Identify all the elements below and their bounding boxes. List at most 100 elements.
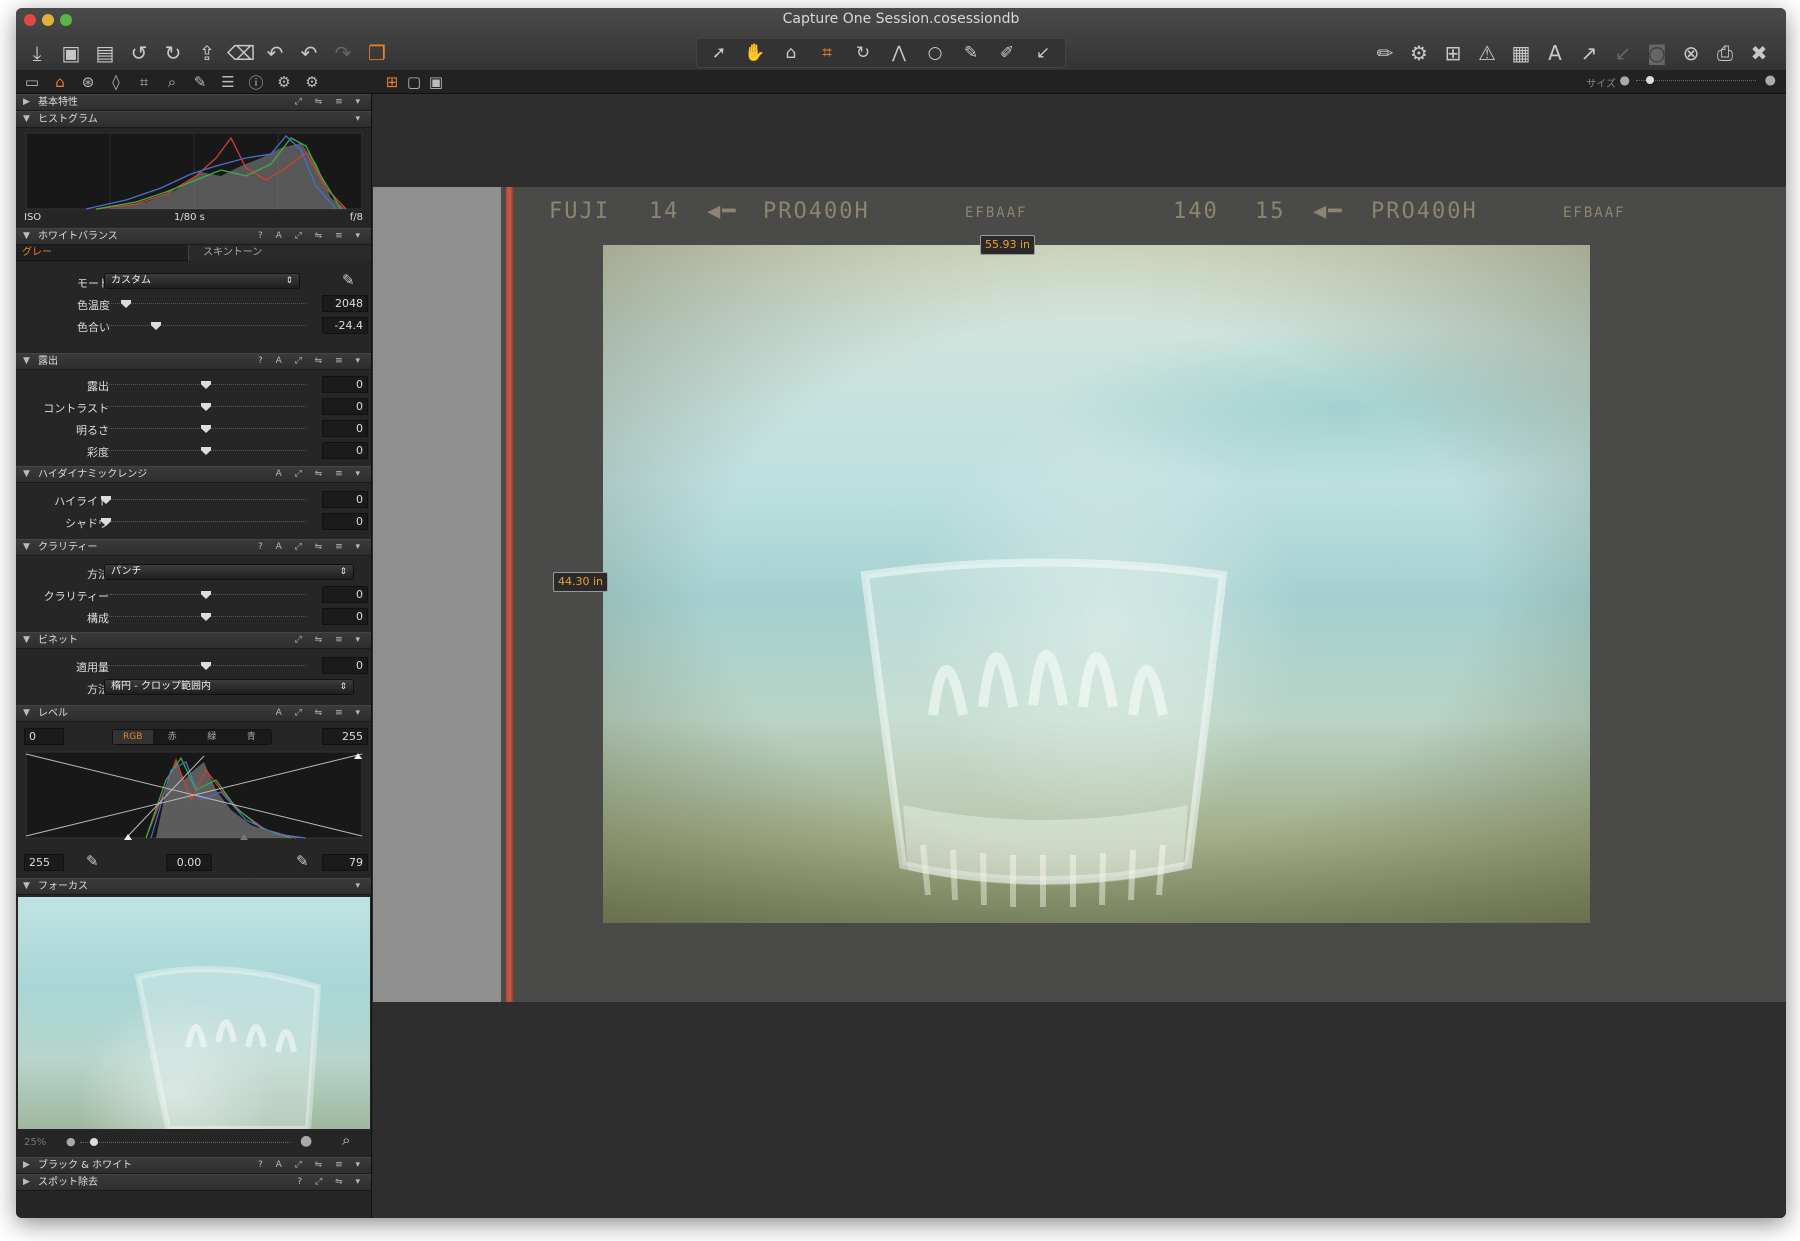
loupe-icon[interactable]: ⌂	[773, 38, 809, 68]
panel-controls[interactable]: ? A ⤢ ⇋ ≡ ▾	[258, 540, 365, 555]
input-low-value[interactable]: 0	[24, 728, 64, 745]
batch-tab[interactable]: ⚙	[298, 70, 326, 94]
brush-settings-icon[interactable]: ✏	[1368, 38, 1402, 68]
panel-header-focus[interactable]: ▼ フォーカス ▾	[16, 878, 371, 895]
panel-header-levels[interactable]: ▼ レベル A ⤢ ⇋ ≡ ▾	[16, 705, 371, 722]
cancel-icon[interactable]: ⊗	[1674, 38, 1708, 68]
panel-controls[interactable]: ? A ⤢ ⇋ ≡ ▾	[258, 1158, 365, 1173]
spot-icon[interactable]: ○	[917, 38, 953, 68]
panel-header-black-white[interactable]: ▶ ブラック & ホワイト ? A ⤢ ⇋ ≡ ▾	[16, 1157, 371, 1174]
panel-controls[interactable]: ⤢ ⇋ ≡ ▾	[295, 633, 365, 648]
saturation-slider[interactable]	[106, 447, 306, 455]
contrast-value[interactable]: 0	[322, 398, 368, 415]
brightness-value[interactable]: 0	[322, 420, 368, 437]
amount-value[interactable]: 0	[322, 657, 368, 674]
library-tab[interactable]: ▭	[18, 70, 46, 94]
panel-controls[interactable]: ⤢ ⇋ ≡ ▾	[295, 95, 365, 110]
shadow-slider[interactable]	[101, 518, 306, 526]
slider-knob[interactable]	[201, 662, 211, 670]
brightness-slider[interactable]	[106, 425, 306, 433]
pick-icon[interactable]: ↙	[1025, 38, 1061, 68]
saturation-value[interactable]: 0	[322, 442, 368, 459]
temperature-slider[interactable]	[106, 300, 306, 308]
panel-header-hdr[interactable]: ▼ ハイダイナミックレンジ A ⤢ ⇋ ≡ ▾	[16, 466, 371, 483]
tab-skin-tone[interactable]: スキントーン	[188, 245, 371, 261]
compare-view-icon[interactable]: ▣	[422, 70, 450, 94]
slider-knob[interactable]	[201, 425, 211, 433]
slider-knob[interactable]	[201, 403, 211, 411]
midtone-value[interactable]: 0.00	[166, 854, 212, 871]
wb-picker-icon[interactable]: ✎	[342, 271, 355, 289]
output-high-value[interactable]: 79	[322, 854, 368, 871]
hand-icon[interactable]: ✋	[737, 38, 773, 68]
copy-variants-icon[interactable]: ❐	[360, 38, 394, 68]
undo-icon[interactable]: ↶	[258, 38, 292, 68]
select-icon[interactable]: ➚	[701, 38, 737, 68]
apply-adjust-icon[interactable]: ↙	[1606, 38, 1640, 68]
overlay-grid-icon[interactable]: ▦	[1504, 38, 1538, 68]
focus-tab[interactable]: ⌕	[158, 70, 186, 94]
image-canvas[interactable]: FUJI 14 ◀━ PRO400H EFBAAF 140 15 ◀━ PRO4…	[373, 187, 1786, 1002]
exposure-value[interactable]: 0	[322, 376, 368, 393]
metadata-tab[interactable]: ⓘ	[242, 70, 270, 94]
erase-icon[interactable]: ✐	[989, 38, 1025, 68]
exposure-slider[interactable]	[106, 381, 306, 389]
panel-controls[interactable]: A ⤢ ⇋ ≡ ▾	[276, 467, 365, 482]
brush-icon[interactable]: ✎	[953, 38, 989, 68]
tint-slider[interactable]	[106, 322, 306, 330]
settings-tab[interactable]: ⚙	[270, 70, 298, 94]
panel-menu-icon[interactable]: ▾	[355, 112, 365, 127]
slider-knob[interactable]	[90, 1138, 98, 1146]
composition-tab[interactable]: ⌗	[130, 70, 158, 94]
panel-header-clarity[interactable]: ▼ クラリティー ? A ⤢ ⇋ ≡ ▾	[16, 539, 371, 556]
tab-gray[interactable]: グレー	[16, 245, 186, 261]
input-high-value[interactable]: 255	[322, 728, 368, 745]
adjust-tab[interactable]: ⌂	[46, 70, 74, 94]
magnifier-icon[interactable]: ⌕	[342, 1131, 350, 1149]
redo-icon[interactable]: ↷	[326, 38, 360, 68]
structure-value[interactable]: 0	[322, 608, 368, 625]
panel-header-white-balance[interactable]: ▼ ホワイトバランス ? A ⤢ ⇋ ≡ ▾	[16, 228, 371, 245]
size-slider[interactable]	[1636, 76, 1756, 84]
trash-icon[interactable]: ⌫	[224, 38, 258, 68]
levels-graph[interactable]	[16, 750, 372, 846]
slider-knob[interactable]	[201, 381, 211, 389]
contrast-slider[interactable]	[106, 403, 306, 411]
panel-controls[interactable]: A ⤢ ⇋ ≡ ▾	[276, 706, 365, 721]
text-icon[interactable]: A	[1538, 38, 1572, 68]
move-to-icon[interactable]: ⇪	[190, 38, 224, 68]
black-picker-icon[interactable]: ✎	[86, 852, 99, 870]
settings-icon[interactable]: ⚙	[1402, 38, 1436, 68]
channel-rgb[interactable]: RGB	[113, 730, 153, 744]
panel-controls[interactable]: ? A ⤢ ⇋ ≡ ▾	[258, 229, 365, 244]
copy-adjust-icon[interactable]: ↗	[1572, 38, 1606, 68]
rotate-left-icon[interactable]: ↺	[122, 38, 156, 68]
vignette-amount-slider[interactable]	[106, 662, 306, 670]
panel-header-histogram[interactable]: ▼ ヒストグラム ▾	[16, 111, 371, 128]
clarity-value[interactable]: 0	[322, 586, 368, 603]
channel-green[interactable]: 緑	[192, 730, 232, 744]
lens-tab[interactable]: ◊	[102, 70, 130, 94]
vignette-method-select[interactable]: 楕円 - クロップ範囲内 ⇕	[104, 679, 354, 695]
rotate-right-icon[interactable]: ↻	[156, 38, 190, 68]
warning-icon[interactable]: ⚠	[1470, 38, 1504, 68]
panel-header-spot-removal[interactable]: ▶ スポット除去 ? ⤢ ⇋ ▾	[16, 1174, 371, 1191]
slider-knob[interactable]	[201, 591, 211, 599]
clarity-method-select[interactable]: パンチ ⇕	[104, 564, 354, 580]
tint-value[interactable]: -24.4	[322, 317, 368, 334]
channel-red[interactable]: 赤	[153, 730, 193, 744]
print-icon[interactable]: ⎙	[1708, 38, 1742, 68]
channel-blue[interactable]: 青	[232, 730, 272, 744]
slider-knob[interactable]	[151, 322, 161, 330]
output-low-value[interactable]: 255	[24, 854, 64, 871]
highlight-slider[interactable]	[101, 496, 306, 504]
rotate-tool-icon[interactable]: ↻	[845, 38, 881, 68]
structure-slider[interactable]	[106, 613, 306, 621]
capture-icon[interactable]: ▣	[54, 38, 88, 68]
undo2-icon[interactable]: ↶	[292, 38, 326, 68]
tools-icon[interactable]: ✖	[1742, 38, 1776, 68]
panel-controls[interactable]: ? ⤢ ⇋ ▾	[297, 1175, 365, 1190]
panel-controls[interactable]: ? A ⤢ ⇋ ≡ ▾	[258, 354, 365, 369]
white-picker-icon[interactable]: ✎	[296, 852, 309, 870]
panel-menu-icon[interactable]: ▾	[355, 879, 365, 894]
